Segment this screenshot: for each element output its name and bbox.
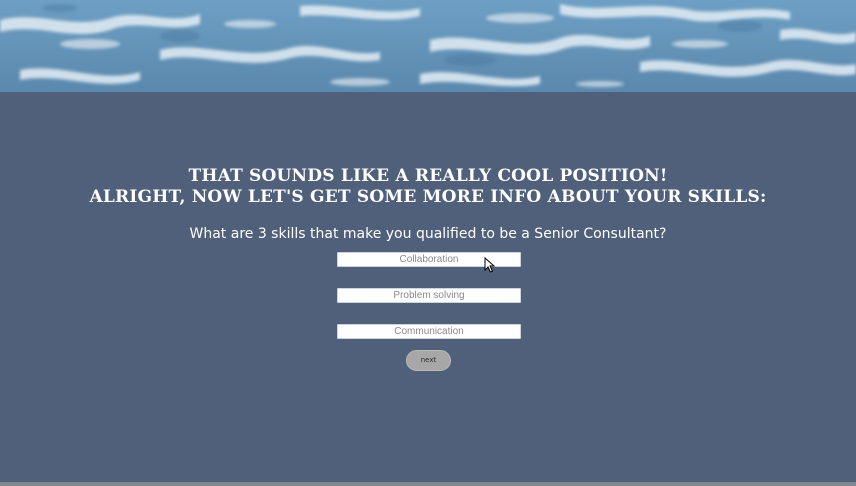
ocean-banner-image	[0, 0, 856, 92]
skills-question: What are 3 skills that make you qualifie…	[189, 226, 667, 242]
page: THAT SOUNDS LIKE A REALLY COOL POSITION!…	[0, 0, 856, 486]
headline-line-2: ALRIGHT, NOW LET'S GET SOME MORE INFO AB…	[89, 187, 767, 207]
skill-input-1[interactable]	[337, 252, 521, 267]
skill-input-3[interactable]	[337, 324, 521, 339]
bottom-edge	[0, 482, 856, 486]
next-button[interactable]: next	[406, 350, 451, 371]
headline-line-1: THAT SOUNDS LIKE A REALLY COOL POSITION!	[188, 166, 668, 186]
ocean-texture-svg	[0, 0, 856, 92]
page-headline: THAT SOUNDS LIKE A REALLY COOL POSITION!…	[0, 166, 856, 208]
skill-input-2[interactable]	[337, 288, 521, 303]
main-content: THAT SOUNDS LIKE A REALLY COOL POSITION!…	[0, 92, 856, 486]
